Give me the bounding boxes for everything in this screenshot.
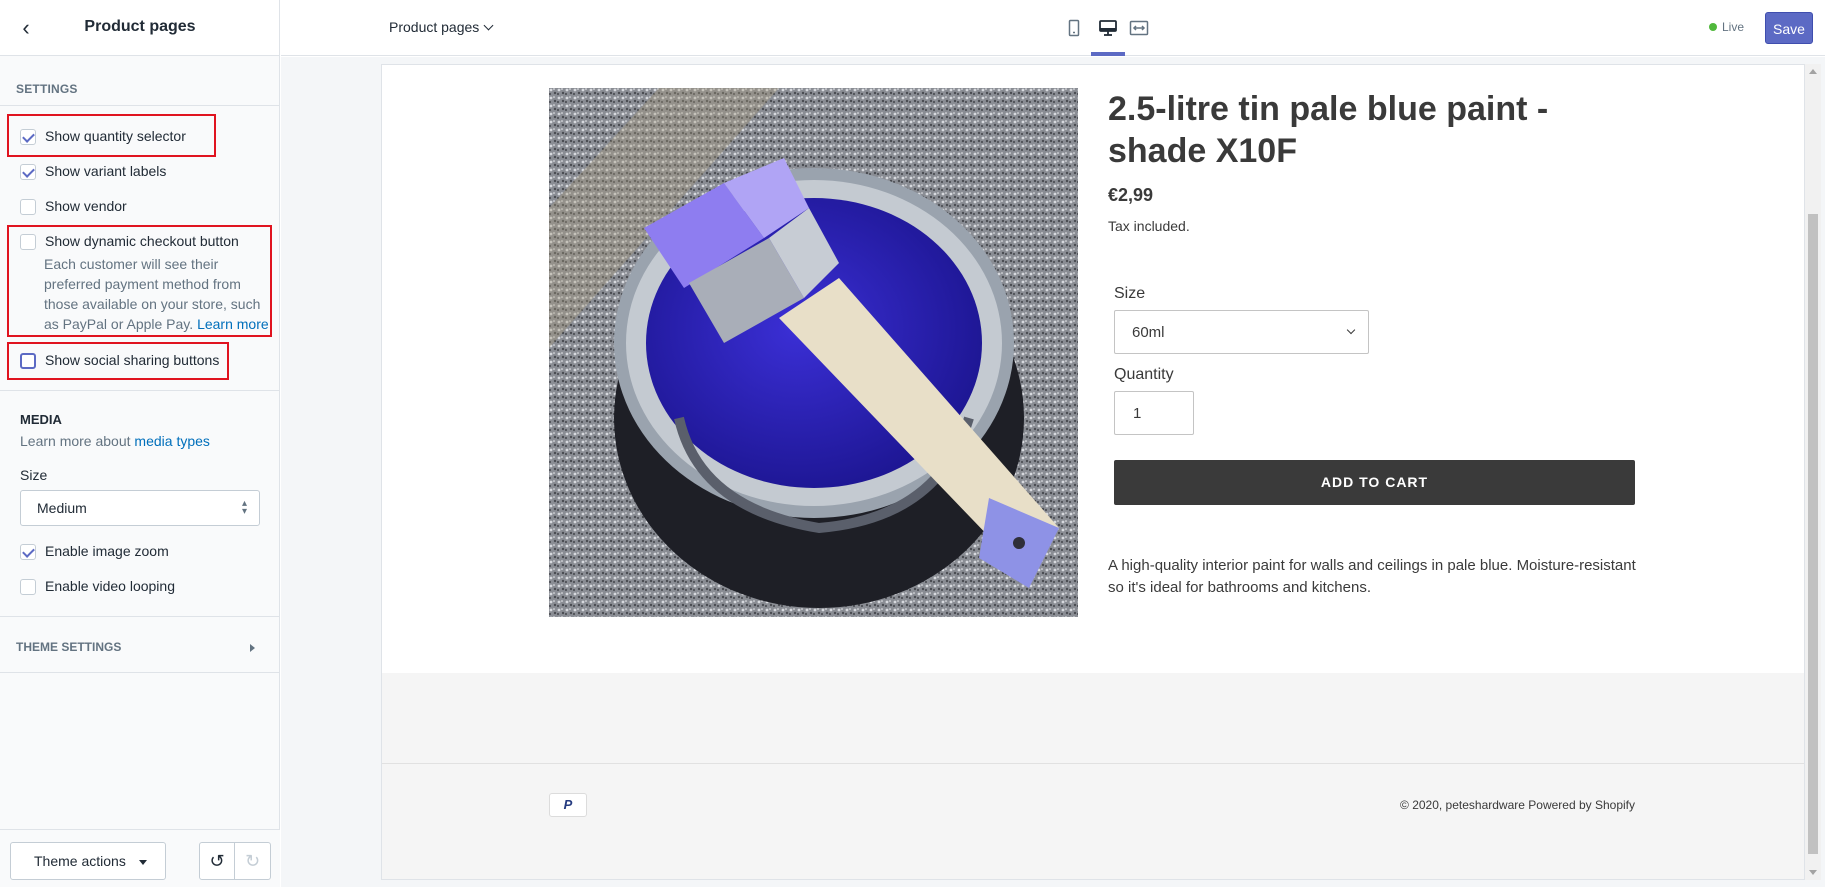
media-size-select[interactable]: Medium ▴ ▾: [20, 490, 260, 526]
mobile-icon[interactable]: [1063, 18, 1085, 38]
sidebar: ‹ Product pages SETTINGS Show quantity s…: [0, 0, 280, 887]
full-width-icon[interactable]: [1128, 18, 1150, 38]
option-enable-video-looping[interactable]: Enable video looping: [20, 578, 175, 595]
checkbox[interactable]: [20, 164, 36, 180]
checkbox[interactable]: [20, 579, 36, 595]
checkbox[interactable]: [20, 544, 36, 560]
quantity-label: Quantity: [1114, 366, 1174, 383]
size-value: 60ml: [1132, 324, 1165, 341]
tax-note: Tax included.: [1108, 218, 1190, 234]
option-label: Show quantity selector: [45, 128, 186, 144]
sidebar-title: Product pages: [84, 18, 196, 35]
theme-actions-button[interactable]: Theme actions: [10, 842, 166, 880]
option-show-vendor[interactable]: Show vendor: [20, 198, 127, 215]
checkbox[interactable]: [20, 353, 36, 369]
media-heading: MEDIA: [20, 412, 62, 427]
paypal-icon: P: [549, 793, 587, 817]
storefront-preview: 2.5-litre tin pale blue paint - shade X1…: [381, 64, 1805, 880]
active-view-indicator: [1091, 52, 1125, 56]
save-button[interactable]: Save: [1765, 12, 1813, 44]
option-label: Show variant labels: [45, 163, 167, 179]
media-subtext-label: Learn more about: [20, 433, 131, 449]
scroll-up-icon[interactable]: [1809, 69, 1817, 74]
learn-more-link[interactable]: Learn more: [197, 316, 269, 332]
select-arrows-icon: ▴ ▾: [241, 498, 247, 517]
option-enable-image-zoom[interactable]: Enable image zoom: [20, 543, 169, 560]
option-label: Show social sharing buttons: [45, 352, 220, 368]
undo-icon[interactable]: ↺: [200, 843, 236, 879]
checkbox[interactable]: [20, 199, 36, 215]
divider: [0, 616, 280, 617]
media-size-value: Medium: [37, 500, 87, 516]
product-title: 2.5-litre tin pale blue paint - shade X1…: [1108, 90, 1549, 170]
option-show-variant-labels[interactable]: Show variant labels: [20, 163, 166, 180]
theme-settings-toggle[interactable]: THEME SETTINGS: [16, 640, 121, 654]
media-subtext: Learn more about media types: [20, 433, 210, 449]
desktop-icon[interactable]: [1097, 18, 1119, 38]
option-show-dynamic-checkout[interactable]: Show dynamic checkout button: [20, 233, 239, 250]
preview-scrollbar[interactable]: [1805, 64, 1821, 880]
page-selector[interactable]: Product pages: [389, 19, 494, 35]
quantity-input[interactable]: 1: [1114, 391, 1194, 435]
checkbox[interactable]: [20, 234, 36, 250]
settings-heading: SETTINGS: [0, 56, 279, 106]
divider: [0, 672, 280, 673]
theme-actions-label: Theme actions: [34, 853, 126, 869]
product-price: €2,99: [1108, 185, 1154, 205]
redo-icon[interactable]: ↻: [235, 843, 270, 879]
footer-divider: [382, 763, 1804, 764]
divider: [0, 390, 280, 391]
caret-down-icon: [139, 860, 147, 865]
option-show-quantity-selector[interactable]: Show quantity selector: [20, 128, 186, 145]
caret-right-icon[interactable]: [250, 644, 255, 652]
media-types-link[interactable]: media types: [134, 433, 209, 449]
option-show-social-sharing[interactable]: Show social sharing buttons: [20, 352, 219, 369]
scroll-down-icon[interactable]: [1809, 870, 1817, 875]
top-bar: Product pages Live Save: [281, 0, 1825, 56]
live-status-label: Live: [1722, 20, 1745, 34]
option-label: Enable image zoom: [45, 543, 169, 559]
footer-band: [382, 673, 1804, 879]
add-to-cart-button[interactable]: ADD TO CART: [1114, 460, 1635, 505]
size-label: Size: [1114, 285, 1146, 302]
sidebar-header: ‹ Product pages: [0, 0, 279, 56]
page-selector-label: Product pages: [389, 19, 480, 35]
checkbox[interactable]: [20, 129, 36, 145]
footer-copyright: © 2020, peteshardware Powered by Shopify: [1400, 798, 1635, 812]
chevron-down-icon: [1346, 325, 1356, 335]
live-status-badge: Live: [1709, 20, 1744, 34]
chevron-down-icon: [483, 20, 494, 31]
product-image[interactable]: [549, 88, 1078, 617]
option-label: Show dynamic checkout button: [45, 233, 239, 249]
media-size-label: Size: [20, 467, 48, 483]
scroll-thumb[interactable]: [1808, 214, 1818, 854]
sidebar-footer: Theme actions ↺ ↻: [0, 829, 280, 887]
option-label: Show vendor: [45, 198, 127, 214]
undo-redo-group: ↺ ↻: [199, 842, 271, 880]
size-select[interactable]: 60ml: [1114, 310, 1369, 354]
live-dot-icon: [1709, 23, 1717, 31]
option-label: Enable video looping: [45, 578, 175, 594]
dynamic-checkout-help: Each customer will see their preferred p…: [44, 254, 269, 334]
product-description: A high-quality interior paint for walls …: [1108, 557, 1636, 596]
